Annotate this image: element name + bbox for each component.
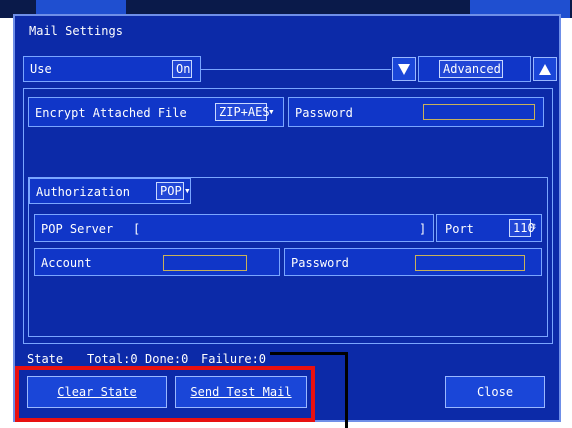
encrypt-label: Encrypt Attached File: [35, 106, 187, 120]
pop-server-label: POP Server: [41, 222, 114, 236]
bracket-close: ]: [419, 222, 427, 236]
state-failure: Failure:0: [201, 352, 267, 366]
pop-server-field[interactable]: [153, 222, 413, 236]
account-password-field[interactable]: [415, 255, 525, 271]
password-label: Password: [295, 106, 353, 120]
authorization-label: Authorization: [36, 185, 130, 199]
port-label: Port: [445, 222, 474, 236]
state-done: Done:0: [145, 352, 189, 366]
account-password-row: Password: [284, 248, 542, 276]
encrypt-password-field[interactable]: [423, 104, 535, 120]
port-field[interactable]: 110: [509, 219, 535, 237]
bracket-open: [: [133, 222, 141, 236]
use-row: Use On: [23, 56, 201, 82]
encrypt-row: Encrypt Attached File ZIP+AES ▾: [28, 97, 284, 127]
dropdown-icon: ▾: [184, 184, 191, 197]
authorization-group: Authorization POP ▾ POP Server [ ] Port …: [28, 177, 548, 337]
account-field[interactable]: [163, 255, 247, 271]
mail-settings-dialog: Mail Settings Use On Advanced Encrypt At…: [13, 14, 561, 422]
account-row: Account: [34, 248, 280, 276]
use-toggle[interactable]: On: [172, 60, 192, 78]
spinner-icon[interactable]: ⇕: [531, 221, 537, 232]
close-button[interactable]: Close: [445, 376, 545, 408]
authorization-row: Authorization POP ▾: [29, 178, 191, 204]
callout-line: [345, 352, 348, 428]
encrypt-select[interactable]: ZIP+AES: [215, 103, 270, 121]
down-triangle-icon: [398, 64, 410, 75]
authorization-select[interactable]: POP: [156, 182, 184, 200]
state-total: Total:0: [87, 352, 138, 366]
state-label: State: [27, 352, 64, 366]
collapse-up-button[interactable]: [533, 57, 557, 81]
account-label: Account: [41, 256, 92, 270]
divider-line: [201, 69, 391, 70]
advanced-button[interactable]: Advanced: [439, 60, 503, 78]
encrypt-password-row: Password: [288, 97, 544, 127]
pop-server-row: POP Server [ ]: [34, 214, 434, 242]
port-row: Port 110 ⇕: [436, 214, 542, 242]
collapse-down-button[interactable]: [392, 57, 416, 81]
password-label: Password: [291, 256, 349, 270]
highlight-box: [15, 366, 315, 422]
settings-group: Encrypt Attached File ZIP+AES ▾ Password…: [23, 88, 553, 344]
dropdown-icon: ▾: [268, 105, 275, 118]
advanced-box: Advanced: [418, 56, 531, 82]
up-triangle-icon: [539, 64, 551, 75]
dialog-title: Mail Settings: [29, 24, 123, 38]
callout-line: [270, 352, 348, 355]
use-label: Use: [30, 62, 52, 76]
